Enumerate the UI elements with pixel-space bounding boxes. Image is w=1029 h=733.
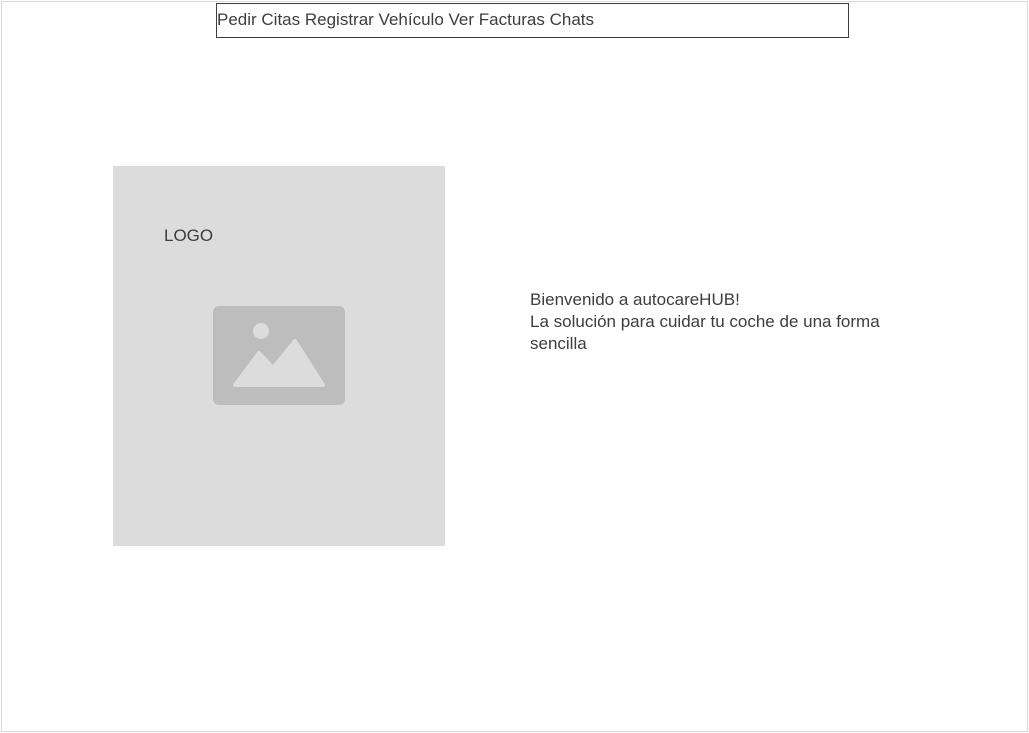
nav-link-registrar-vehiculo[interactable]: Registrar Vehículo <box>305 10 444 29</box>
nav-link-pedir-citas[interactable]: Pedir Citas <box>217 10 300 29</box>
welcome-message: Bienvenido a autocareHUB! La solución pa… <box>530 289 890 355</box>
top-navigation-bar: Pedir Citas Registrar Vehículo Ver Factu… <box>216 3 849 38</box>
nav-link-ver-facturas[interactable]: Ver Facturas <box>449 10 545 29</box>
welcome-title: Bienvenido a autocareHUB! <box>530 290 740 309</box>
image-placeholder-icon <box>213 306 345 405</box>
logo-label: LOGO <box>164 226 214 245</box>
logo-image-placeholder: LOGO <box>113 166 445 546</box>
welcome-subtitle: La solución para cuidar tu coche de una … <box>530 312 880 353</box>
nav-link-chats[interactable]: Chats <box>550 10 594 29</box>
